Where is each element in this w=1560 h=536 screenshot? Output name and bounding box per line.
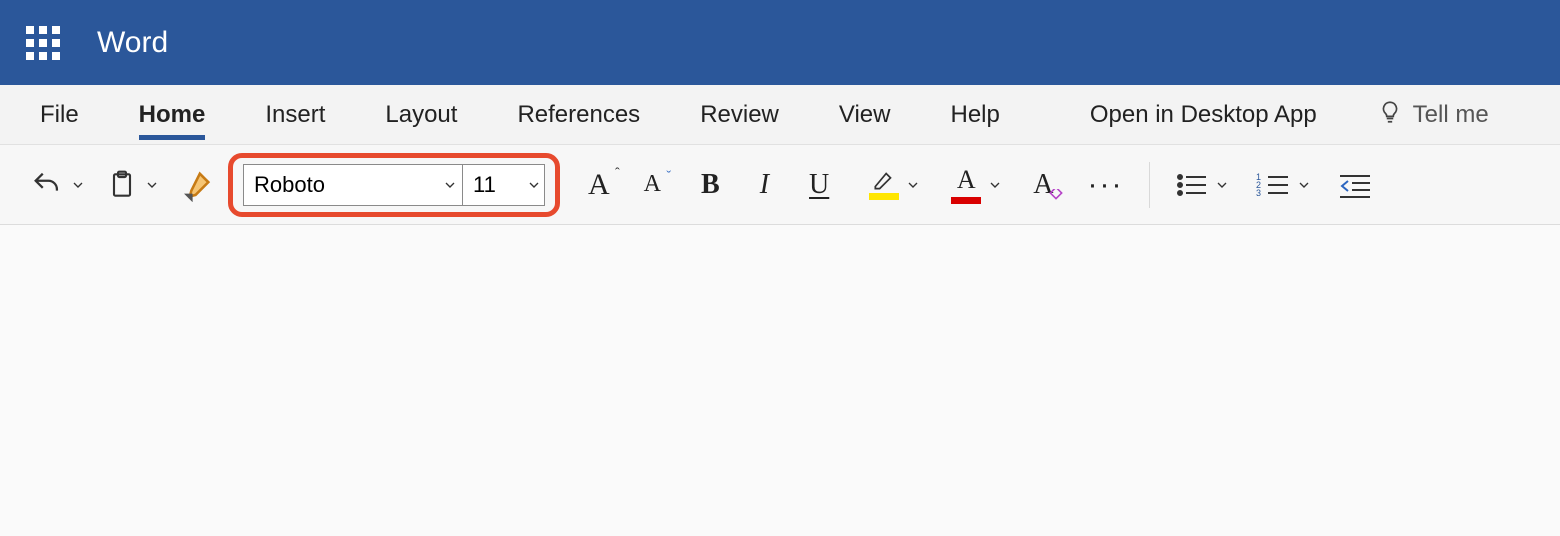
font-color-button[interactable]: A bbox=[945, 159, 1009, 211]
lightbulb-icon bbox=[1377, 99, 1399, 131]
bold-icon: B bbox=[701, 169, 720, 201]
tab-home[interactable]: Home bbox=[139, 85, 206, 144]
chevron-down-icon bbox=[526, 177, 542, 193]
bold-button[interactable]: B bbox=[695, 159, 726, 211]
undo-button[interactable] bbox=[24, 159, 92, 211]
tab-label: Help bbox=[950, 101, 999, 129]
italic-button[interactable]: I bbox=[754, 159, 775, 211]
svg-text:3: 3 bbox=[1256, 188, 1261, 198]
format-painter-button[interactable] bbox=[174, 159, 220, 211]
bullet-list-icon bbox=[1176, 171, 1208, 199]
numbered-list-icon: 1 2 3 bbox=[1256, 171, 1290, 199]
decrease-indent-icon bbox=[1338, 171, 1372, 199]
chevron-down-icon bbox=[442, 177, 458, 193]
app-title: Word bbox=[97, 26, 168, 60]
tell-me-search[interactable]: Tell me bbox=[1377, 99, 1489, 131]
tab-label: View bbox=[839, 101, 891, 129]
bullets-button[interactable] bbox=[1170, 159, 1236, 211]
font-name-dropdown[interactable] bbox=[437, 165, 462, 205]
font-name-combo[interactable] bbox=[243, 164, 463, 206]
ribbon-toolbar: Aˆ Aˇ B I U A A bbox=[0, 145, 1560, 225]
clipboard-icon bbox=[106, 168, 138, 202]
shrink-font-icon: Aˇ bbox=[644, 171, 661, 198]
tab-label: File bbox=[40, 101, 79, 129]
underline-button[interactable]: U bbox=[803, 159, 835, 211]
undo-icon bbox=[30, 168, 64, 202]
grow-font-button[interactable]: Aˆ bbox=[582, 159, 616, 211]
document-canvas[interactable] bbox=[0, 225, 1560, 536]
clear-formatting-button[interactable]: A bbox=[1027, 159, 1059, 211]
waffle-icon bbox=[26, 26, 60, 60]
paintbrush-icon bbox=[180, 168, 214, 202]
font-group-highlight bbox=[228, 153, 560, 217]
tab-label: Insert bbox=[265, 101, 325, 129]
tell-me-label: Tell me bbox=[1413, 101, 1489, 129]
highlight-color-button[interactable] bbox=[863, 159, 927, 211]
tab-label: Home bbox=[139, 101, 206, 129]
chevron-down-icon bbox=[70, 177, 86, 193]
clear-formatting-icon: A bbox=[1033, 169, 1053, 201]
open-desktop-label: Open in Desktop App bbox=[1090, 101, 1317, 129]
chevron-down-icon bbox=[905, 177, 921, 193]
ribbon-tabs: File Home Insert Layout References Revie… bbox=[0, 85, 1560, 145]
font-size-input[interactable] bbox=[463, 165, 524, 205]
tab-label: References bbox=[517, 101, 640, 129]
numbering-button[interactable]: 1 2 3 bbox=[1250, 159, 1318, 211]
open-in-desktop-button[interactable]: Open in Desktop App bbox=[1090, 85, 1317, 144]
ellipsis-icon: ··· bbox=[1088, 168, 1124, 202]
grow-font-icon: Aˆ bbox=[588, 168, 610, 202]
separator bbox=[1149, 162, 1150, 208]
font-color-icon: A bbox=[951, 165, 981, 204]
tab-view[interactable]: View bbox=[839, 85, 891, 144]
chevron-down-icon bbox=[987, 177, 1003, 193]
chevron-down-icon bbox=[144, 177, 160, 193]
tab-label: Layout bbox=[385, 101, 457, 129]
tab-references[interactable]: References bbox=[517, 85, 640, 144]
tab-label: Review bbox=[700, 101, 779, 129]
tab-help[interactable]: Help bbox=[950, 85, 999, 144]
decrease-indent-button[interactable] bbox=[1332, 159, 1378, 211]
title-bar: Word bbox=[0, 0, 1560, 85]
shrink-font-button[interactable]: Aˇ bbox=[638, 159, 667, 211]
more-font-options-button[interactable]: ··· bbox=[1082, 159, 1130, 211]
highlighter-icon bbox=[869, 169, 899, 200]
chevron-down-icon bbox=[1296, 177, 1312, 193]
font-name-input[interactable] bbox=[244, 165, 437, 205]
tab-layout[interactable]: Layout bbox=[385, 85, 457, 144]
tab-insert[interactable]: Insert bbox=[265, 85, 325, 144]
tab-file[interactable]: File bbox=[40, 85, 79, 144]
italic-icon: I bbox=[760, 169, 769, 201]
tab-review[interactable]: Review bbox=[700, 85, 779, 144]
paste-button[interactable] bbox=[100, 159, 166, 211]
app-launcher-button[interactable] bbox=[0, 0, 85, 85]
font-size-dropdown[interactable] bbox=[524, 165, 544, 205]
underline-icon: U bbox=[809, 169, 829, 201]
chevron-down-icon bbox=[1214, 177, 1230, 193]
font-size-combo[interactable] bbox=[463, 164, 545, 206]
